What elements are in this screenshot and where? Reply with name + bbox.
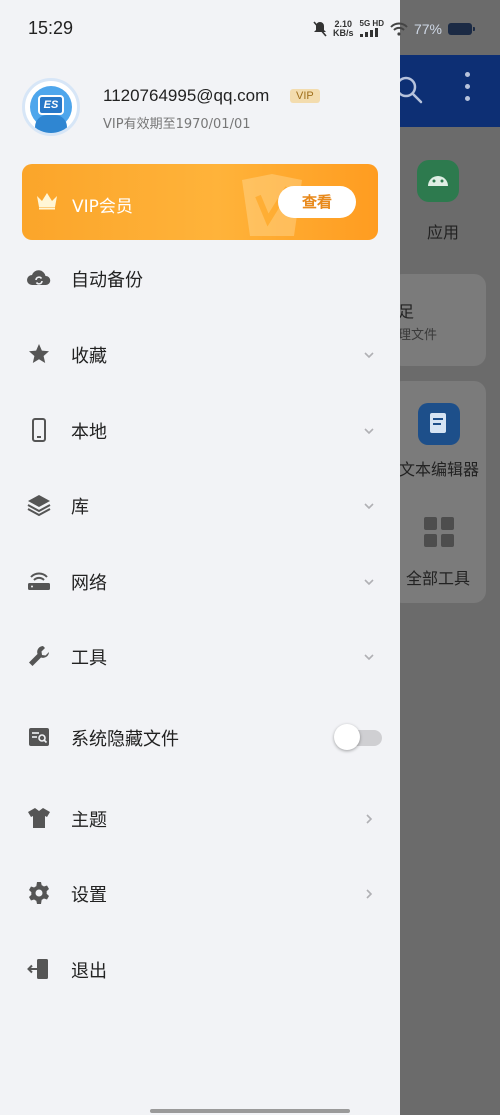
menu-item-tools[interactable]: 工具 — [0, 626, 400, 686]
text-editor-icon[interactable] — [418, 403, 460, 445]
chevron-down-icon — [364, 352, 374, 359]
menu-label: 收藏 — [71, 346, 107, 367]
card-title: 足 — [398, 302, 415, 321]
menu-item-settings[interactable]: 设置 — [0, 863, 400, 923]
status-time: 15:29 — [28, 18, 74, 38]
vip-view-button[interactable]: 查看 — [278, 186, 356, 218]
chevron-right-icon — [366, 889, 373, 899]
menu-item-favorites[interactable]: 收藏 — [0, 324, 400, 384]
all-tools-label[interactable]: 全部工具 — [406, 565, 470, 589]
menu-item-auto-backup[interactable]: 自动备份 — [0, 248, 400, 308]
chevron-right-icon — [366, 814, 373, 824]
network-speed: 2.10 KB/s — [333, 19, 354, 38]
profile-header[interactable]: ES 1120764995@qq.com VIP VIP有效期至1970/01/… — [22, 78, 382, 138]
avatar-logo-text: ES — [38, 95, 64, 115]
vip-member-label: VIP会员 — [72, 197, 133, 217]
menu-label: 本地 — [71, 422, 107, 443]
vip-banner[interactable]: VIP会员 查看 — [22, 164, 378, 240]
menu-label: 系统隐藏文件 — [71, 729, 179, 750]
battery-percent: 77% — [413, 21, 442, 37]
menu-label: 库 — [71, 497, 89, 518]
status-icons: 2.10 KB/s 5G HD 77% — [313, 18, 475, 40]
vip-expiry-text: VIP有效期至1970/01/01 — [103, 117, 251, 132]
app-label[interactable]: 应用 — [427, 219, 459, 243]
menu-label: 网络 — [71, 573, 107, 594]
home-indicator[interactable] — [150, 1109, 350, 1113]
android-icon[interactable] — [417, 160, 459, 202]
menu-label: 退出 — [71, 961, 107, 982]
menu-item-theme[interactable]: 主题 — [0, 788, 400, 848]
hidden-files-toggle[interactable] — [334, 724, 382, 750]
menu-item-hidden-system-files[interactable]: 系统隐藏文件 — [0, 707, 400, 767]
layers-icon — [27, 495, 51, 517]
crown-icon — [37, 193, 57, 210]
menu-label: 设置 — [71, 885, 107, 906]
tshirt-icon — [28, 808, 50, 828]
router-icon — [28, 572, 50, 590]
wifi-icon — [390, 22, 408, 36]
navigation-drawer: 15:29 ES 1120764995@qq.com VIP VIP有效期至19… — [0, 0, 400, 1115]
menu-label: 主题 — [71, 810, 107, 831]
vip-badge: VIP — [290, 89, 320, 103]
account-email: 1120764995@qq.com — [103, 86, 270, 105]
signal-5g-icon: 5G HD — [359, 19, 384, 39]
chevron-down-icon — [364, 654, 374, 661]
menu-item-network[interactable]: 网络 — [0, 551, 400, 611]
file-search-icon — [29, 728, 49, 746]
chevron-down-icon — [364, 503, 374, 510]
more-vertical-icon[interactable] — [462, 72, 472, 106]
cloud-sync-icon — [27, 270, 51, 285]
wrench-icon — [29, 646, 49, 666]
phone-icon — [32, 418, 46, 442]
card-subtitle: 理文件 — [398, 328, 438, 343]
gear-icon — [29, 882, 49, 904]
chevron-down-icon — [364, 428, 374, 435]
mute-notification-icon — [313, 21, 327, 37]
menu-label: 工具 — [71, 648, 107, 669]
star-icon — [29, 344, 49, 363]
menu-item-library[interactable]: 库 — [0, 475, 400, 535]
menu-item-local[interactable]: 本地 — [0, 400, 400, 460]
all-tools-icon[interactable] — [424, 517, 454, 547]
menu-label: 自动备份 — [71, 270, 143, 291]
exit-icon — [27, 959, 48, 979]
battery-icon — [448, 23, 475, 35]
text-editor-label[interactable]: 文本编辑器 — [399, 456, 479, 480]
menu-item-exit[interactable]: 退出 — [0, 939, 400, 999]
avatar[interactable]: ES — [22, 78, 80, 136]
chevron-down-icon — [364, 579, 374, 586]
